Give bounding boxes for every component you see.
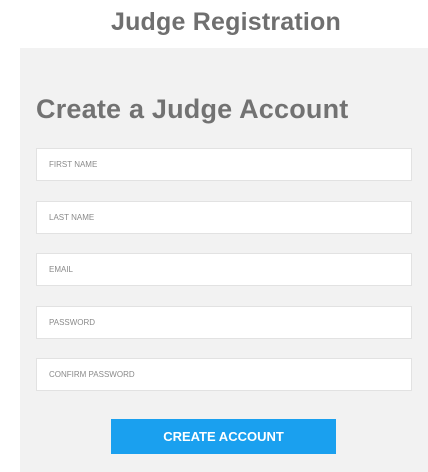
password-input[interactable] [37, 307, 411, 338]
confirm-password-input[interactable] [37, 359, 411, 390]
last-name-field[interactable] [36, 201, 412, 234]
email-input[interactable] [37, 254, 411, 285]
last-name-input[interactable] [37, 202, 411, 233]
registration-panel: Create a Judge Account CREATE ACCOUNT [20, 48, 428, 472]
page-title: Judge Registration [110, 8, 342, 36]
email-field[interactable] [36, 253, 412, 286]
confirm-password-field[interactable] [36, 358, 412, 391]
password-field[interactable] [36, 306, 412, 339]
first-name-field[interactable] [36, 148, 412, 181]
first-name-input[interactable] [37, 149, 411, 180]
create-account-button[interactable]: CREATE ACCOUNT [111, 419, 336, 454]
form-heading: Create a Judge Account [36, 94, 349, 124]
